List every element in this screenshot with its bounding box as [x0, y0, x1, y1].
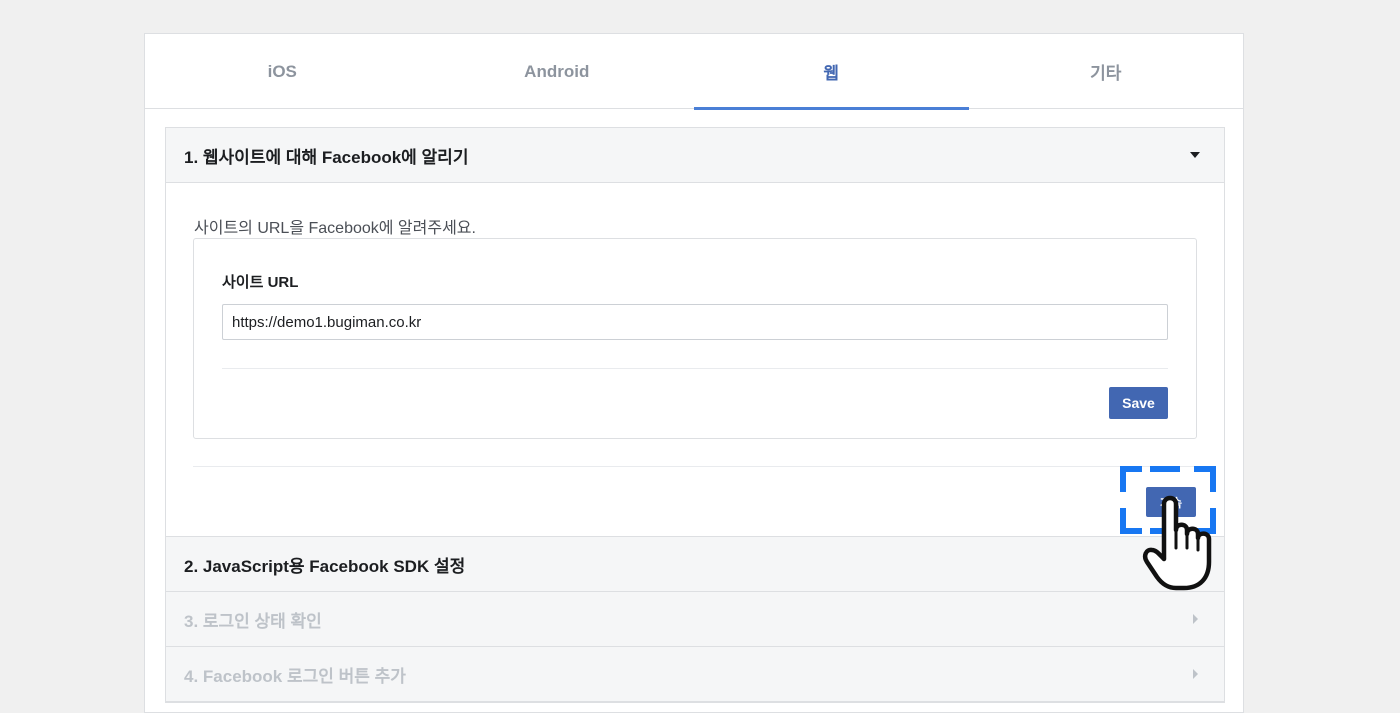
tab-web[interactable]: 웹 [694, 34, 969, 110]
step-1-body: 사이트의 URL을 Facebook에 알려주세요. 사이트 URL Save … [166, 183, 1224, 537]
step-1-intro: 사이트의 URL을 Facebook에 알려주세요. [194, 220, 476, 237]
site-url-label: 사이트 URL [222, 274, 299, 291]
step-title: 4. Facebook 로그인 버튼 추가 [184, 666, 406, 686]
tab-label: Android [524, 61, 590, 81]
platform-tabs: iOS Android 웹 기타 [145, 34, 1244, 110]
tab-ios[interactable]: iOS [145, 34, 420, 109]
save-button[interactable]: Save [1109, 387, 1168, 419]
caret-right-icon [1193, 669, 1198, 679]
divider [222, 368, 1168, 369]
tab-label: 웹 [823, 64, 840, 83]
tab-other[interactable]: 기타 [969, 34, 1244, 109]
step-title: 2. JavaScript용 Facebook SDK 설정 [184, 556, 466, 576]
tab-android[interactable]: Android [420, 34, 695, 109]
step-1-header[interactable]: 1. 웹사이트에 대해 Facebook에 알리기 [166, 128, 1224, 183]
tab-label: iOS [267, 61, 297, 81]
step-4-header[interactable]: 4. Facebook 로그인 버튼 추가 [166, 647, 1224, 702]
app-panel: iOS Android 웹 기타 1. 웹사이트에 대해 Facebook에 알… [144, 33, 1244, 713]
setup-steps: 1. 웹사이트에 대해 Facebook에 알리기 사이트의 URL을 Face… [165, 127, 1225, 703]
caret-right-icon [1193, 614, 1198, 624]
step-3-header[interactable]: 3. 로그인 상태 확인 [166, 592, 1224, 647]
caret-down-icon [1190, 152, 1200, 158]
divider [193, 466, 1197, 467]
site-url-card: 사이트 URL Save [193, 238, 1197, 439]
site-url-input[interactable] [222, 304, 1168, 340]
tab-label: 기타 [1090, 64, 1122, 83]
hand-pointer-icon [1142, 495, 1212, 591]
step-title: 1. 웹사이트에 대해 Facebook에 알리기 [184, 147, 469, 167]
step-title: 3. 로그인 상태 확인 [184, 611, 322, 631]
step-2-header[interactable]: 2. JavaScript용 Facebook SDK 설정 [166, 537, 1224, 592]
